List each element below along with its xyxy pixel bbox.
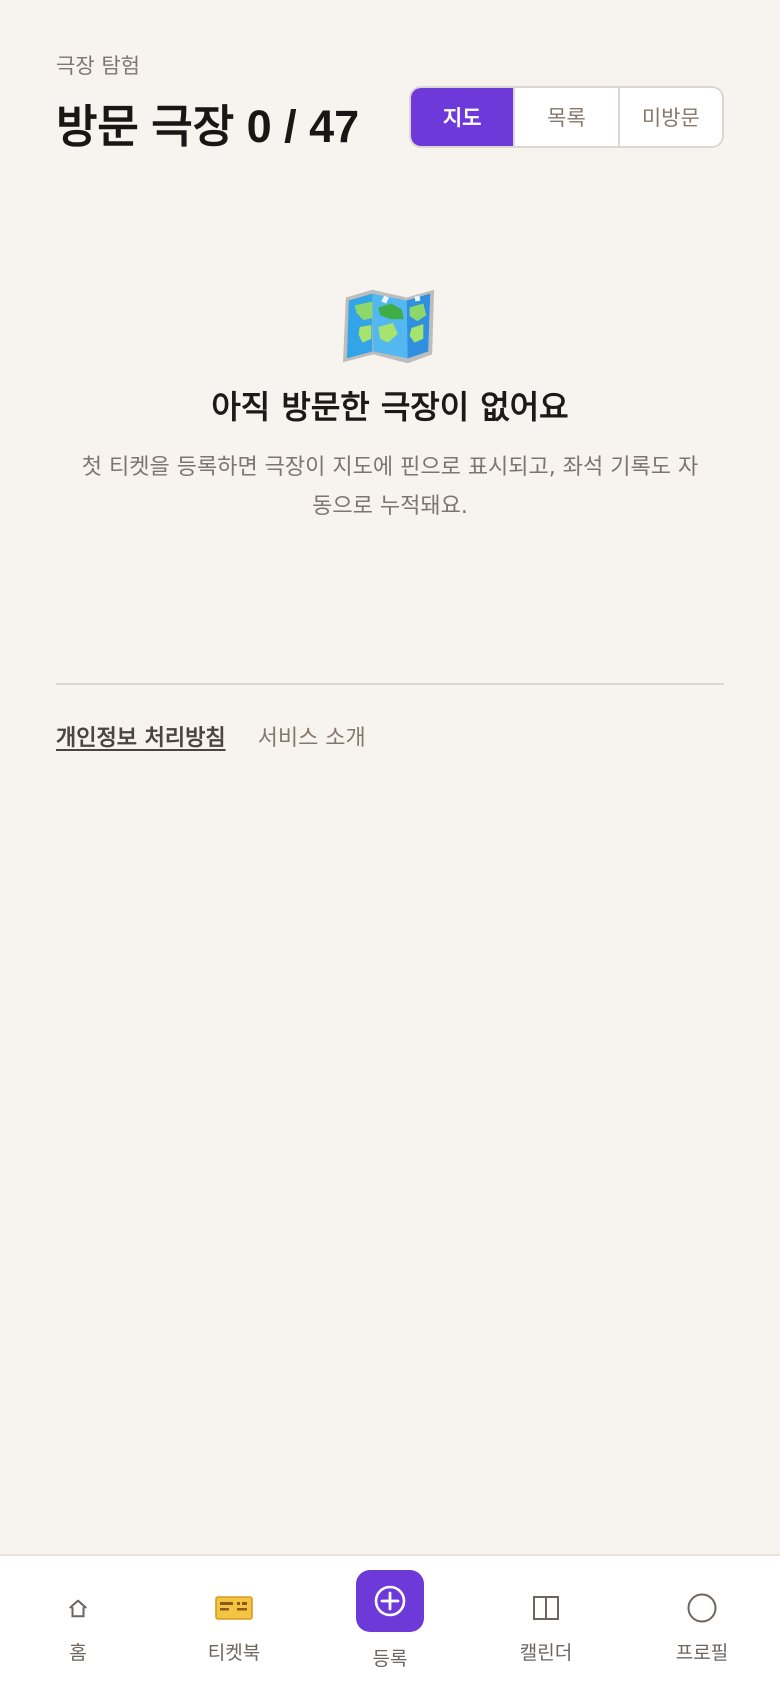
bottom-navigation: 홈 티켓북 등록 캘린더 프로필 xyxy=(0,1554,780,1688)
nav-label-profile: 프로필 xyxy=(675,1642,729,1664)
nav-item-register[interactable]: 등록 xyxy=(312,1556,468,1688)
view-toggle: 지도 목록 미방문 xyxy=(409,86,724,148)
profile-icon xyxy=(682,1590,722,1626)
nav-item-calendar[interactable]: 캘린더 xyxy=(468,1556,624,1688)
footer-links: 개인정보 처리방침 서비스 소개 xyxy=(56,720,366,752)
ticket-icon xyxy=(214,1590,254,1626)
empty-state-description: 첫 티켓을 등록하면 극장이 지도에 핀으로 표시되고, 좌석 기록도 자동으로… xyxy=(81,455,699,519)
world-map-icon xyxy=(342,289,435,364)
page-title: 방문 극장 0 / 47 xyxy=(56,101,360,152)
nav-label-ticketbook: 티켓북 xyxy=(207,1642,261,1664)
tab-unvisited[interactable]: 미방문 xyxy=(617,88,722,146)
calendar-icon xyxy=(526,1590,566,1626)
theater-explore-page: 극장 탐험 방문 극장 0 / 47 지도 목록 미방문 아직 방문한 극장이 … xyxy=(0,0,780,1688)
service-intro-link[interactable]: 서비스 소개 xyxy=(258,720,366,752)
page-header: 극장 탐험 방문 극장 0 / 47 지도 목록 미방문 xyxy=(56,50,724,152)
nav-item-profile[interactable]: 프로필 xyxy=(624,1556,780,1688)
page-eyebrow: 극장 탐험 xyxy=(56,54,140,78)
nav-label-calendar: 캘린더 xyxy=(519,1642,573,1664)
empty-state: 아직 방문한 극장이 없어요 첫 티켓을 등록하면 극장이 지도에 핀으로 표시… xyxy=(56,285,724,526)
tab-list[interactable]: 목록 xyxy=(513,88,617,146)
tab-map[interactable]: 지도 xyxy=(411,88,514,146)
home-icon xyxy=(58,1590,98,1626)
privacy-policy-link[interactable]: 개인정보 처리방침 xyxy=(56,720,226,752)
nav-label-home: 홈 xyxy=(69,1642,87,1664)
add-circle-icon xyxy=(356,1570,424,1632)
nav-item-ticketbook[interactable]: 티켓북 xyxy=(156,1556,312,1688)
nav-item-home[interactable]: 홈 xyxy=(0,1556,156,1688)
footer-divider xyxy=(56,683,724,685)
nav-label-register: 등록 xyxy=(372,1648,408,1670)
empty-state-title: 아직 방문한 극장이 없어요 xyxy=(211,388,569,426)
